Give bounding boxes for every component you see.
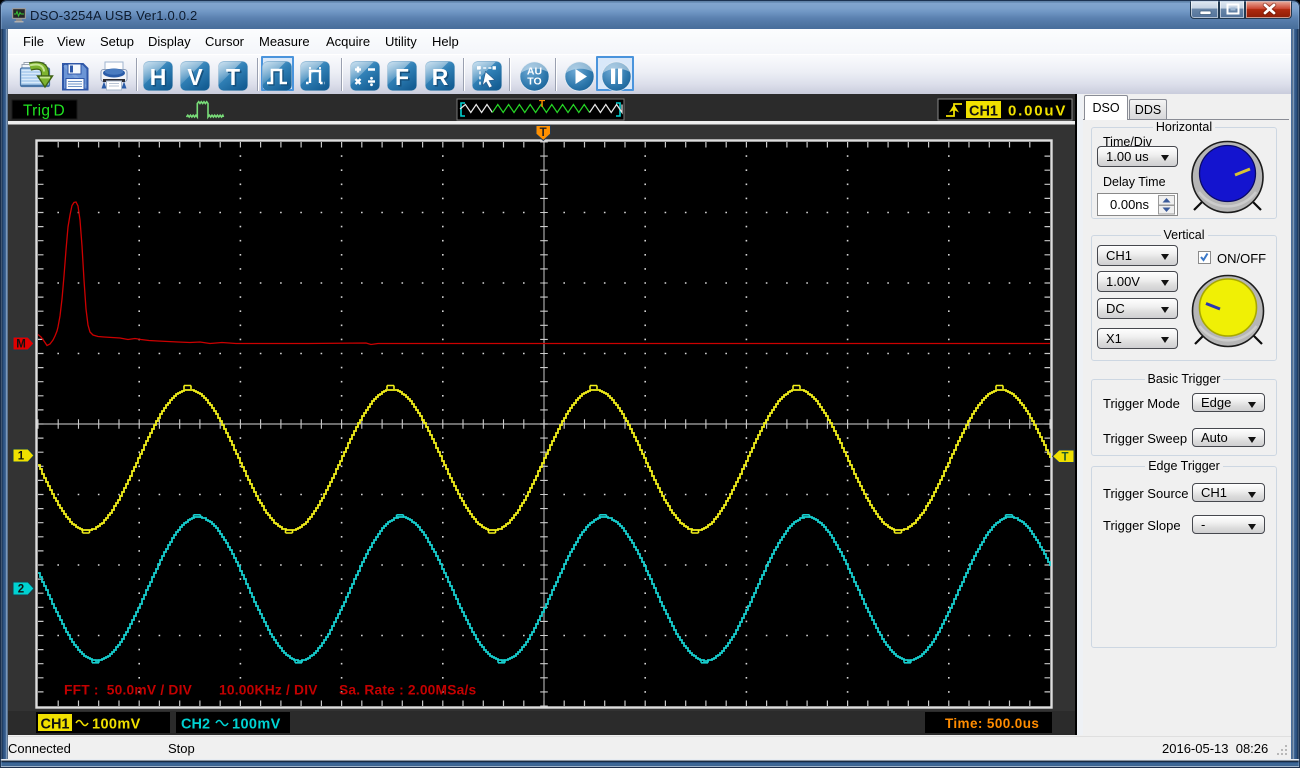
svg-text:Time: 500.0us: Time: 500.0us: [945, 716, 1039, 731]
svg-text:R: R: [432, 64, 449, 90]
svg-text:Sa. Rate : 2.00MSa/s: Sa. Rate : 2.00MSa/s: [339, 683, 477, 698]
svg-text:T: T: [226, 64, 240, 90]
svg-text:CH1: CH1: [969, 104, 998, 120]
svg-text:V: V: [187, 64, 203, 90]
svg-text:H: H: [150, 64, 167, 90]
svg-text:0.00uV: 0.00uV: [1008, 103, 1067, 120]
svg-text:FFT : 50.0mV / DIV: FFT : 50.0mV / DIV: [64, 683, 193, 698]
svg-text:T: T: [539, 99, 545, 110]
svg-text:T: T: [540, 127, 547, 139]
svg-text:F: F: [395, 64, 409, 90]
svg-text:Trig'D: Trig'D: [23, 103, 65, 120]
svg-text:CH1: CH1: [40, 717, 69, 733]
svg-text:2: 2: [18, 584, 24, 596]
svg-text:M: M: [16, 339, 26, 351]
svg-text:CH2: CH2: [181, 717, 210, 733]
svg-text:TO: TO: [527, 76, 541, 88]
svg-text:100mV: 100mV: [232, 717, 281, 733]
svg-text:1: 1: [18, 451, 25, 463]
svg-text:100mV: 100mV: [92, 717, 141, 733]
svg-text:T: T: [1061, 452, 1068, 464]
svg-text:10.00KHz / DIV: 10.00KHz / DIV: [219, 683, 318, 698]
